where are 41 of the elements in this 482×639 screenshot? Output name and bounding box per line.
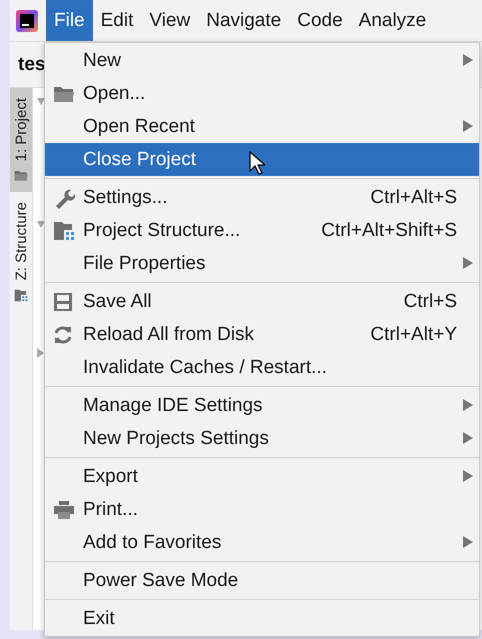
structure-icon	[14, 288, 28, 302]
menu-item[interactable]: Save All Ctrl+S	[45, 285, 479, 318]
menu-title[interactable]: View	[141, 0, 198, 41]
tool-window-tab[interactable]: 1: Project	[10, 88, 32, 192]
expand-arrow-icon[interactable]	[37, 348, 45, 358]
menu-item[interactable]: Export	[45, 460, 479, 493]
menu-title[interactable]: Edit	[92, 0, 142, 41]
project-title: tes	[18, 54, 46, 76]
menu-item[interactable]: Reload All from Disk Ctrl+Alt+Y	[45, 318, 479, 351]
menu-title[interactable]: Code	[289, 0, 351, 41]
menu-item[interactable]: File Properties	[45, 247, 479, 280]
expand-arrow-icon[interactable]	[37, 98, 45, 106]
menu-item[interactable]: Exit	[45, 602, 479, 635]
menu-title[interactable]: File	[46, 0, 93, 41]
save-icon	[53, 292, 73, 312]
expand-arrow-icon[interactable]	[37, 221, 45, 229]
menu-item[interactable]: Project Structure... Ctrl+Alt+Shift+S	[45, 214, 479, 247]
reload-icon	[53, 324, 73, 344]
shortcut-text: Ctrl+Alt+Y	[370, 324, 457, 346]
tool-window-tab[interactable]: Z: Structure	[10, 192, 32, 312]
menu-item[interactable]: Add to Favorites	[45, 526, 479, 559]
menu-item[interactable]: Print...	[45, 493, 479, 526]
folder-icon	[14, 169, 28, 182]
app-logo-icon[interactable]	[16, 10, 38, 32]
shortcut-text: Ctrl+Alt+Shift+S	[321, 220, 457, 242]
menu-item[interactable]: Power Save Mode	[45, 564, 479, 597]
menu-item[interactable]: Open...	[45, 77, 479, 110]
menu-title[interactable]: Analyze	[350, 0, 434, 41]
menu-item[interactable]: New Projects Settings	[45, 422, 479, 455]
menu-item[interactable]: Invalidate Caches / Restart...	[45, 351, 479, 384]
menu-item[interactable]: Open Recent	[45, 110, 479, 143]
shortcut-text: Ctrl+Alt+S	[370, 186, 457, 208]
printer-icon	[53, 500, 75, 520]
folder-icon	[53, 84, 75, 102]
structure-icon	[53, 220, 75, 240]
menu-title[interactable]: Navigate	[198, 0, 290, 41]
menu-item[interactable]: Close Project	[45, 143, 479, 176]
menu-item[interactable]: New	[45, 44, 479, 77]
menu-item[interactable]: Manage IDE Settings	[45, 389, 479, 422]
shortcut-text: Ctrl+S	[404, 290, 457, 312]
menu-item[interactable]: Settings... Ctrl+Alt+S	[45, 181, 479, 214]
